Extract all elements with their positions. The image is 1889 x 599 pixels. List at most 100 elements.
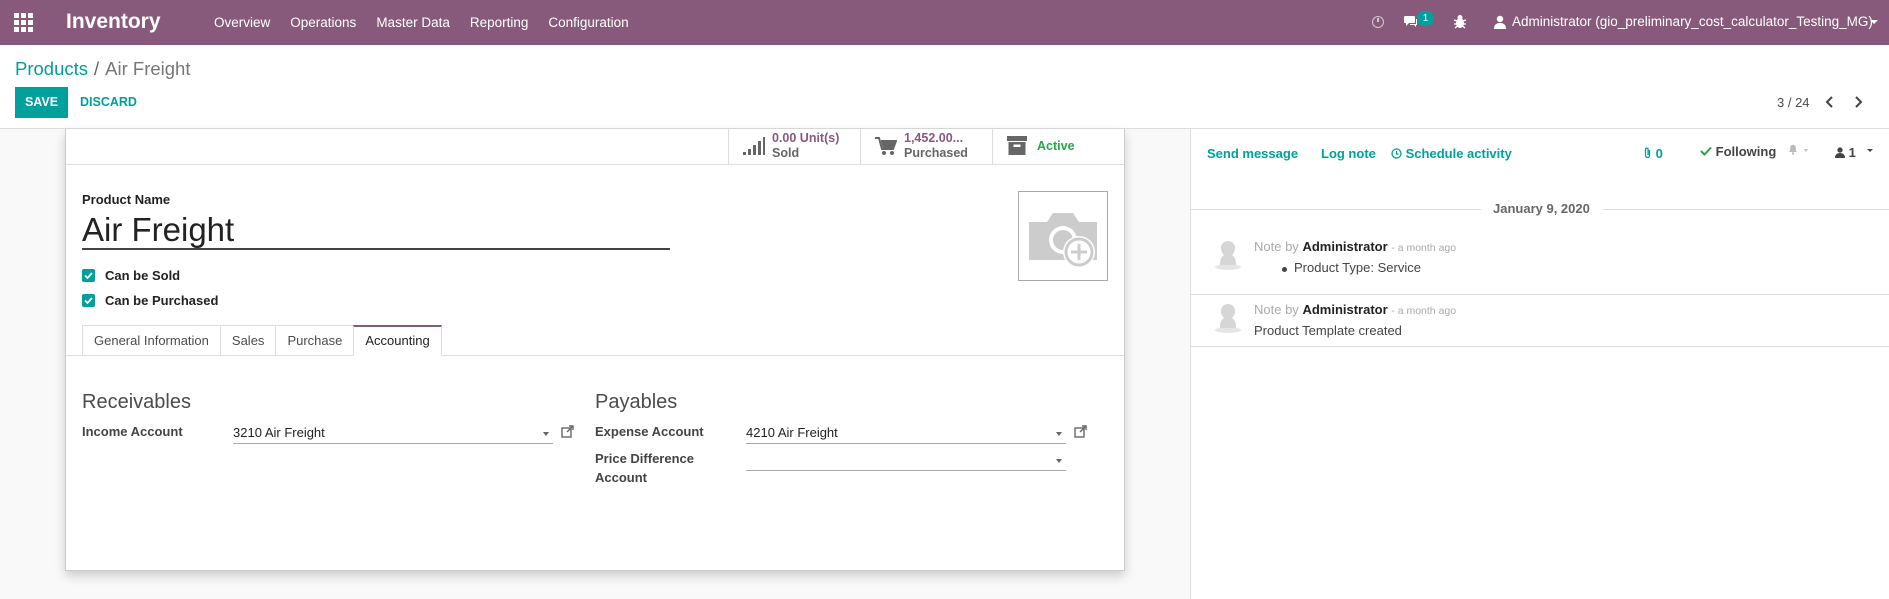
price-difference-account-field[interactable] — [746, 450, 1066, 471]
paperclip-icon — [1644, 147, 1651, 159]
top-navbar: Inventory Overview Operations Master Dat… — [0, 0, 1889, 45]
message-meta: Note by Administrator - a month ago — [1254, 302, 1456, 317]
pager-value[interactable]: 3 / 24 — [1777, 95, 1810, 110]
tab-sales[interactable]: Sales — [219, 325, 276, 356]
bell-icon[interactable] — [1787, 143, 1799, 155]
chat-count-badge: 1 — [1417, 11, 1434, 26]
active-label: Active — [1037, 139, 1075, 153]
message-body: Product Type: Service — [1294, 260, 1421, 275]
sold-smart-button[interactable]: 0.00 Unit(s) Sold — [728, 129, 861, 165]
dropdown-caret-icon[interactable] — [1056, 432, 1062, 436]
chevron-down-icon[interactable] — [1804, 149, 1808, 152]
followers-count: 1 — [1848, 145, 1856, 160]
chat-icon[interactable] — [1404, 15, 1418, 27]
can-be-purchased-label: Can be Purchased — [105, 293, 219, 308]
following-label: Following — [1715, 144, 1777, 159]
user-avatar-icon[interactable] — [1494, 15, 1506, 29]
discard-button[interactable]: DISCARD — [80, 95, 137, 109]
product-image-upload[interactable] — [1018, 191, 1108, 281]
send-message-button[interactable]: Send message — [1207, 146, 1298, 161]
save-button[interactable]: SAVE — [15, 87, 68, 118]
user-icon — [1835, 147, 1845, 158]
tab-accounting[interactable]: Accounting — [353, 325, 442, 356]
chevron-left-icon[interactable] — [1823, 94, 1837, 110]
avatar[interactable] — [1212, 302, 1244, 334]
message-author[interactable]: Administrator — [1302, 239, 1387, 254]
following-button[interactable]: Following — [1700, 144, 1776, 159]
message-author[interactable]: Administrator — [1302, 302, 1387, 317]
income-account-field[interactable]: 3210 Air Freight — [233, 423, 553, 444]
attachments-button[interactable]: 0 — [1643, 146, 1663, 161]
message-meta: Note by Administrator - a month ago — [1254, 239, 1456, 254]
signal-bars-icon — [743, 137, 765, 155]
date-separator: January 9, 2020 — [1191, 201, 1889, 217]
apps-menu-icon[interactable] — [14, 13, 34, 32]
menu-reporting[interactable]: Reporting — [470, 15, 529, 30]
shopping-cart-icon — [875, 137, 897, 155]
expense-account-value: 4210 Air Freight — [746, 425, 838, 440]
schedule-activity-label: Schedule activity — [1405, 146, 1512, 161]
receivables-title: Receivables — [82, 391, 191, 413]
price-difference-label-line2: Account — [595, 470, 647, 485]
smart-button-box: 0.00 Unit(s) Sold 1,452.00... Purchased … — [66, 129, 1124, 165]
dropdown-caret-icon[interactable] — [1056, 459, 1062, 463]
schedule-activity-button[interactable]: Schedule activity — [1391, 146, 1512, 161]
chevron-down-icon[interactable] — [1870, 20, 1878, 24]
can-be-purchased-checkbox[interactable] — [82, 294, 95, 307]
message-divider — [1191, 294, 1889, 295]
income-account-value: 3210 Air Freight — [233, 425, 325, 440]
price-difference-label-line1: Price Difference — [595, 451, 694, 466]
chevron-right-icon[interactable] — [1851, 94, 1865, 110]
menu-operations[interactable]: Operations — [290, 15, 356, 30]
menu-overview[interactable]: Overview — [214, 15, 270, 30]
followers-button[interactable]: 1 — [1835, 145, 1856, 160]
purchased-value: 1,452.00... — [904, 131, 964, 145]
expense-account-field[interactable]: 4210 Air Freight — [746, 423, 1066, 444]
chevron-down-icon[interactable] — [1867, 149, 1873, 152]
message-prefix: Note by — [1254, 239, 1299, 254]
product-name-label: Product Name — [82, 192, 171, 207]
log-note-button[interactable]: Log note — [1321, 146, 1376, 161]
bullet-dot — [1282, 267, 1287, 272]
user-menu[interactable]: Administrator (gio_preliminary_cost_calc… — [1512, 14, 1873, 29]
purchased-smart-button[interactable]: 1,452.00... Purchased — [860, 129, 993, 165]
income-account-label: Income Account — [82, 424, 183, 439]
sold-label: Sold — [772, 146, 800, 160]
breadcrumb-products[interactable]: Products — [15, 58, 88, 79]
attachments-count: 0 — [1655, 146, 1663, 161]
can-be-sold-label: Can be Sold — [105, 268, 181, 283]
external-link-icon[interactable] — [1074, 425, 1087, 438]
external-link-icon[interactable] — [561, 425, 574, 438]
form-sheet: 0.00 Unit(s) Sold 1,452.00... Purchased … — [65, 129, 1125, 571]
product-name-input[interactable]: Air Freight — [82, 213, 670, 250]
archive-box-icon — [1007, 136, 1027, 155]
message-prefix: Note by — [1254, 302, 1299, 317]
message-time: - a month ago — [1391, 305, 1457, 317]
breadcrumb-current: Air Freight — [105, 58, 191, 79]
dropdown-caret-icon[interactable] — [543, 432, 549, 436]
clock-icon — [1391, 148, 1402, 159]
can-be-sold-checkbox[interactable] — [82, 269, 95, 282]
camera-plus-icon — [1029, 213, 1097, 268]
message-time: - a month ago — [1391, 242, 1457, 254]
notebook-tabs: General Information Sales Purchase Accou… — [82, 325, 442, 356]
activity-clock-icon[interactable] — [1372, 16, 1384, 28]
chatter-panel: Send message Log note Schedule activity … — [1190, 129, 1889, 599]
tab-general-information[interactable]: General Information — [82, 325, 220, 356]
menu-configuration[interactable]: Configuration — [548, 15, 628, 30]
check-icon — [1700, 146, 1712, 156]
active-toggle-button[interactable]: Active — [992, 129, 1124, 165]
breadcrumb: Products / Air Freight — [15, 58, 190, 80]
tab-purchase[interactable]: Purchase — [275, 325, 354, 356]
avatar[interactable] — [1212, 239, 1244, 271]
purchased-label: Purchased — [904, 146, 968, 160]
message-divider — [1191, 346, 1889, 347]
debug-bug-icon[interactable] — [1453, 14, 1467, 29]
price-difference-label: Price Difference Account — [595, 449, 694, 487]
app-title[interactable]: Inventory — [66, 10, 161, 34]
expense-account-label: Expense Account — [595, 424, 704, 439]
sold-value: 0.00 Unit(s) — [772, 131, 840, 145]
date-label: January 9, 2020 — [1493, 201, 1590, 216]
payables-title: Payables — [595, 391, 678, 413]
menu-master-data[interactable]: Master Data — [376, 15, 450, 30]
